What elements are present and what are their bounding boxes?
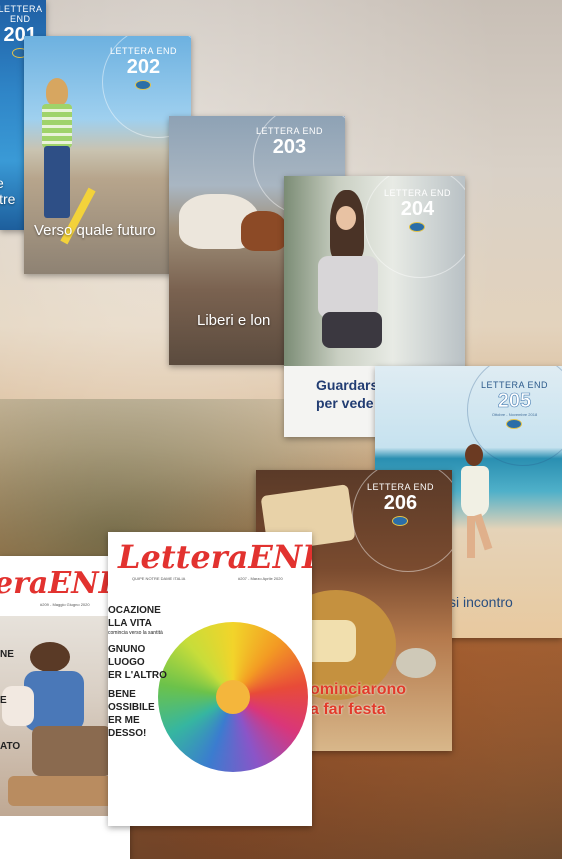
magazine-207-line-9: DESSO!	[108, 728, 147, 739]
flower-image	[158, 622, 308, 772]
magazine-207-brand: LetteraEND	[118, 538, 312, 576]
magazine-207-headlines: OCAZIONE LLA VITA comincia verso la sant…	[108, 604, 167, 740]
cover-204-number: 204	[400, 198, 435, 220]
magazine-207-line-4: LUOGO	[108, 657, 145, 668]
magazine-209-line-3: ATO	[0, 741, 21, 752]
bowl	[396, 648, 436, 678]
magazine-207-subline: comincia verso la santità	[108, 630, 163, 636]
brown-horse	[241, 211, 287, 251]
magazine-207-line-5: ER L'ALTRO	[108, 670, 167, 681]
cover-205-number: 205	[497, 390, 532, 413]
magazine-207-line-2: LLA VITA	[108, 618, 152, 629]
cover-204-label: LETTERA END	[383, 188, 451, 198]
cover-205-date: Ottobre - Novembre 2018	[491, 412, 538, 417]
magazine-207-tagline: QUIPE NOTRE DAME ITALIA	[132, 576, 186, 581]
cover-206-headline: ominciarono a far festa	[310, 681, 407, 718]
fish-logo-icon	[409, 222, 426, 232]
magazine-209-line-2: E	[0, 695, 7, 706]
cover-202-number: 202	[126, 56, 161, 78]
cover-203-title: LETTERA END 203	[256, 126, 323, 158]
woman-figure	[312, 190, 382, 360]
magazine-207-line-1: OCAZIONE	[108, 605, 161, 616]
cover-205-label: LETTERA END	[480, 380, 548, 390]
cover-202-label: LETTERA END	[109, 46, 177, 56]
magazine-207-issue: #207 - Marzo Aprile 2020	[238, 576, 283, 581]
cover-204-title: LETTERA END 204	[384, 188, 451, 232]
magazine-207-line-6: BENE	[108, 689, 136, 700]
cover-203-headline: Liberi e lon	[197, 312, 271, 329]
cover-202-title: LETTERA END 202	[110, 46, 177, 90]
cover-202[interactable]: LETTERA END 202 Verso quale futuro	[24, 36, 191, 274]
cover-205-title: LETTERA END 205 Ottobre - Novembre 2018	[481, 380, 548, 429]
magazine-209-line-1: NE	[0, 649, 14, 660]
magazine-209-issue: #209 - Maggio Giugno 2020	[40, 602, 90, 607]
magazine-209-headlines: NE E ATO	[0, 632, 20, 770]
cover-203-label: LETTERA END	[255, 126, 323, 136]
magazine-207-line-3: GNUNO	[108, 644, 146, 655]
cover-206-label: LETTERA END	[366, 482, 434, 492]
cover-205-headline: si incontro	[449, 594, 513, 610]
fish-logo-icon	[135, 80, 152, 90]
cover-204-headline: Guardarsi per vede	[316, 377, 383, 411]
child-figure	[36, 78, 76, 228]
fish-logo-icon	[506, 419, 523, 429]
magazine-207[interactable]: LetteraEND QUIPE NOTRE DAME ITALIA #207 …	[108, 532, 312, 826]
fish-logo-icon	[392, 516, 409, 526]
cover-203-number: 203	[272, 136, 307, 158]
cover-202-headline: Verso quale futuro	[34, 222, 156, 239]
magazine-207-line-8: ER ME	[108, 715, 140, 726]
cover-201-label: LETTERA END	[0, 4, 43, 24]
cover-206-number: 206	[383, 492, 418, 514]
running-woman	[459, 444, 495, 564]
cover-206-title: LETTERA END 206	[367, 482, 434, 526]
magazine-209-brand: eraEND	[0, 566, 125, 601]
cover-201-headline: e ltre	[0, 175, 16, 207]
magazine-207-line-7: OSSIBILE	[108, 702, 155, 713]
